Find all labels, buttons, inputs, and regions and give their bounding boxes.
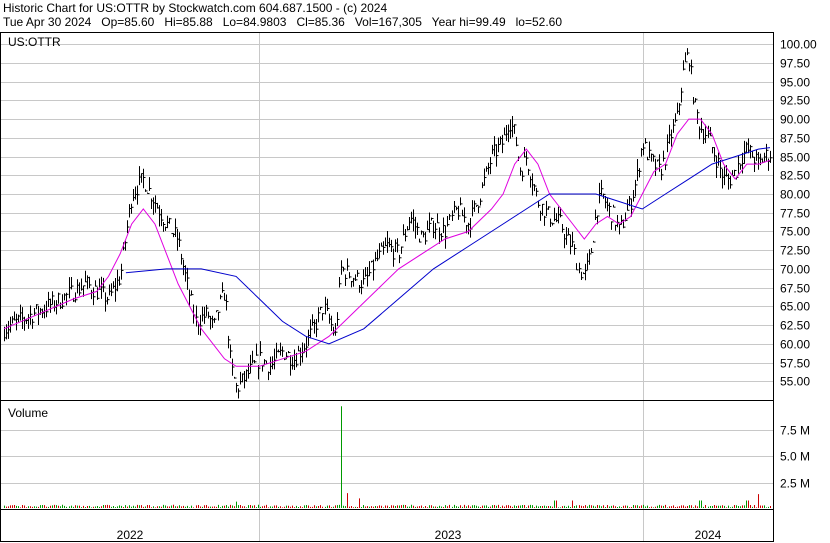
price-tick-label: 87.50 <box>780 132 810 146</box>
volume-axis-labels: 7.5 M 5.0 M 2.5 M <box>780 424 810 491</box>
price-tick-label: 77.50 <box>780 207 810 221</box>
price-tick-label: 70.00 <box>780 263 810 277</box>
volume-bars <box>4 406 771 508</box>
stock-chart: US:OTTR Volume 100.00 97.50 95.00 92.50 90.0… <box>0 32 817 542</box>
time-gridlines <box>259 33 644 541</box>
price-panel-frame <box>0 32 774 401</box>
price-tick-label: 57.50 <box>780 357 810 371</box>
price-tick-label: 85.00 <box>780 151 810 165</box>
price-tick-label: 90.00 <box>780 113 810 127</box>
time-axis-labels: 2022 2023 2024 <box>117 528 722 542</box>
price-axis-labels: 100.00 97.50 95.00 92.50 90.00 87.50 85.00 82.5… <box>780 38 817 389</box>
year-label: 2023 <box>435 528 462 542</box>
year-label: 2024 <box>695 528 722 542</box>
volume-gridlines <box>1 430 773 484</box>
price-tick-label: 100.00 <box>780 38 817 52</box>
price-tick-label: 95.00 <box>780 76 810 90</box>
volume-panel-frame <box>0 400 774 510</box>
price-gridlines <box>1 44 773 382</box>
price-tick-label: 55.00 <box>780 375 810 389</box>
symbol-label: US:OTTR <box>8 35 61 49</box>
price-tick-label: 67.50 <box>780 282 810 296</box>
price-tick-label: 80.00 <box>780 188 810 202</box>
volume-tick-label: 5.0 M <box>780 450 810 464</box>
volume-tick-label: 2.5 M <box>780 477 810 491</box>
price-tick-label: 62.50 <box>780 319 810 333</box>
price-tick-label: 75.00 <box>780 225 810 239</box>
price-tick-label: 97.50 <box>780 57 810 71</box>
price-tick-label: 82.50 <box>780 169 810 183</box>
volume-tick-label: 7.5 M <box>780 424 810 438</box>
price-tick-label: 92.50 <box>780 94 810 108</box>
price-tick-label: 60.00 <box>780 338 810 352</box>
long-ma-line <box>125 147 771 345</box>
price-tick-label: 72.50 <box>780 244 810 258</box>
price-tick-label: 65.00 <box>780 300 810 314</box>
year-label: 2022 <box>117 528 144 542</box>
volume-label: Volume <box>8 406 48 420</box>
